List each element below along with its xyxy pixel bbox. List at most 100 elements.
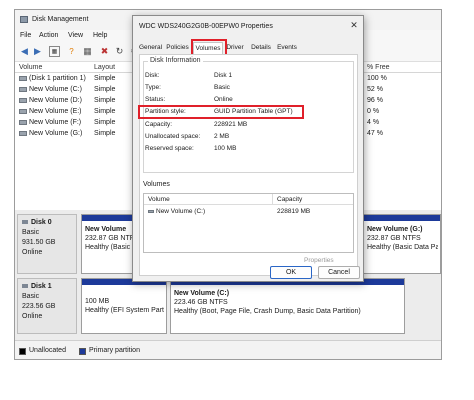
volume-icon [148, 209, 154, 213]
volume-free: 100 % [367, 75, 387, 82]
prop-label: Reserved space: [145, 145, 194, 152]
partition-health: Healthy (Boot, Page File, Crash Dump, Ba… [174, 308, 361, 315]
prop-type: Type: Basic [145, 83, 350, 93]
partition-name: New Volume (G:) [367, 226, 423, 233]
window-title: Disk Management [32, 16, 89, 23]
prop-unallocated-space: Unallocated space: 2 MB [145, 132, 350, 142]
partition-health: Healthy (EFI System Partiti [85, 307, 164, 314]
volumes-list-header: Volume Capacity [144, 194, 353, 205]
volume-layout: Simple [94, 130, 116, 137]
volume-name: (Disk 1 partition 1) [29, 75, 86, 82]
volume-layout: Simple [94, 108, 116, 115]
dialog-title: WDC WDS240G2G0B-00EPW0 Properties [139, 23, 273, 30]
volumes-tab-panel: Disk Information Disk: Disk 1 Type: Basi… [138, 54, 358, 276]
prop-reserved-space: Reserved space: 100 MB [145, 144, 350, 154]
disk-1-c-partition[interactable]: New Volume (C:) 223.46 GB NTFS Healthy (… [170, 278, 405, 334]
disk-1-efi-partition[interactable]: 100 MB Healthy (EFI System Partiti [81, 278, 167, 334]
disk-icon [22, 284, 28, 288]
disk-management-icon [20, 16, 28, 23]
forward-arrow-icon[interactable]: ▶ [32, 46, 43, 57]
volume-free: 0 % [367, 108, 380, 115]
prop-value: Disk 1 [214, 72, 233, 79]
legend-primary: Primary partition [89, 347, 140, 354]
menu-file[interactable]: File [20, 32, 31, 39]
close-icon[interactable]: ✕ [349, 20, 359, 30]
partition-name: New Volume (C:) [174, 290, 230, 297]
refresh-icon[interactable]: ↻ [114, 46, 125, 57]
tab-general[interactable]: General [138, 42, 163, 54]
prop-label: Capacity: [145, 121, 173, 128]
volume-name: New Volume (E:) [29, 108, 82, 115]
tab-policies[interactable]: Policies [165, 42, 190, 54]
col-layout[interactable]: Layout [94, 64, 115, 71]
prop-value: Basic [214, 84, 230, 91]
volume-icon [19, 108, 27, 114]
disk-0-label[interactable]: Disk 0 Basic 931.50 GB Online [17, 214, 77, 274]
volume-icon [19, 75, 27, 81]
partition-health: Healthy (Basic Data Partitio [367, 244, 438, 251]
volume-name: New Volume (C:) [156, 208, 206, 215]
menu-action[interactable]: Action [39, 32, 58, 39]
volume-name: New Volume (F:) [29, 119, 82, 126]
volumes-heading: Volumes [143, 181, 170, 188]
volumes-list: Volume Capacity New Volume (C:) 228819 M… [143, 193, 354, 253]
delete-icon[interactable]: ✖ [99, 46, 110, 57]
disk-0-partition-4[interactable]: New Volume (G:) 232.87 GB NTFS Healthy (… [363, 214, 441, 274]
col-capacity[interactable]: Capacity [277, 196, 302, 203]
back-arrow-icon[interactable]: ◀ [19, 46, 30, 57]
legend: Unallocated Primary partition [15, 340, 441, 359]
help-icon[interactable]: ? [66, 46, 77, 57]
disk-size: 223.56 GB [22, 303, 56, 310]
partition-size: 100 MB [85, 298, 110, 305]
menu-help[interactable]: Help [93, 32, 107, 39]
volume-free: 96 % [367, 97, 383, 104]
prop-value: 100 MB [214, 145, 237, 152]
properties-icon[interactable]: ▦ [82, 46, 93, 57]
cancel-button[interactable]: Cancel [318, 266, 360, 279]
prop-status: Status: Online [145, 95, 350, 105]
col-volume[interactable]: Volume [19, 64, 42, 71]
properties-button: Properties [304, 257, 334, 264]
volume-icon [19, 119, 27, 125]
volume-free: 4 % [367, 119, 380, 126]
prop-label: Unallocated space: [145, 133, 201, 140]
primary-partition-swatch [79, 348, 86, 355]
disk-1-label[interactable]: Disk 1 Basic 223.56 GB Online [17, 278, 77, 334]
partition-style-highlight [138, 105, 304, 119]
prop-value: 228921 MB [214, 121, 248, 128]
disk-icon [22, 220, 28, 224]
volume-name: New Volume (C:) [29, 86, 82, 93]
tab-details[interactable]: Details [249, 42, 273, 54]
menu-view[interactable]: View [68, 32, 83, 39]
prop-label: Disk: [145, 72, 160, 79]
col-free[interactable]: % Free [367, 64, 390, 71]
ok-button[interactable]: OK [270, 266, 312, 279]
disk-name: Disk 0 [31, 219, 52, 226]
disk-type: Basic [22, 229, 40, 236]
prop-value: Online [214, 96, 233, 103]
prop-label: Status: [145, 96, 166, 103]
prop-label: Type: [145, 84, 161, 91]
tab-driver[interactable]: Driver [224, 42, 246, 54]
volume-name: New Volume (G:) [29, 130, 83, 137]
disk-information-heading: Disk Information [148, 57, 203, 64]
legend-unallocated: Unallocated [29, 347, 66, 354]
volume-layout: Simple [94, 86, 116, 93]
col-volume[interactable]: Volume [148, 196, 170, 203]
volume-icon [19, 97, 27, 103]
volume-free: 52 % [367, 86, 383, 93]
prop-capacity: Capacity: 228921 MB [145, 120, 350, 130]
disk-name: Disk 1 [31, 283, 52, 290]
volume-icon [19, 86, 27, 92]
show-hide-tree-icon[interactable]: ▦ [49, 46, 60, 57]
volume-name: New Volume (D:) [29, 97, 82, 104]
column-divider [272, 194, 273, 205]
volume-capacity: 228819 MB [277, 208, 311, 215]
volume-list-row[interactable]: New Volume (C:) 228819 MB [144, 206, 353, 217]
prop-disk: Disk: Disk 1 [145, 71, 350, 81]
disk-size: 931.50 GB [22, 239, 56, 246]
volume-layout: Simple [94, 75, 116, 82]
tab-events[interactable]: Events [275, 42, 299, 54]
volume-icon [19, 130, 27, 136]
volume-free: 47 % [367, 130, 383, 137]
